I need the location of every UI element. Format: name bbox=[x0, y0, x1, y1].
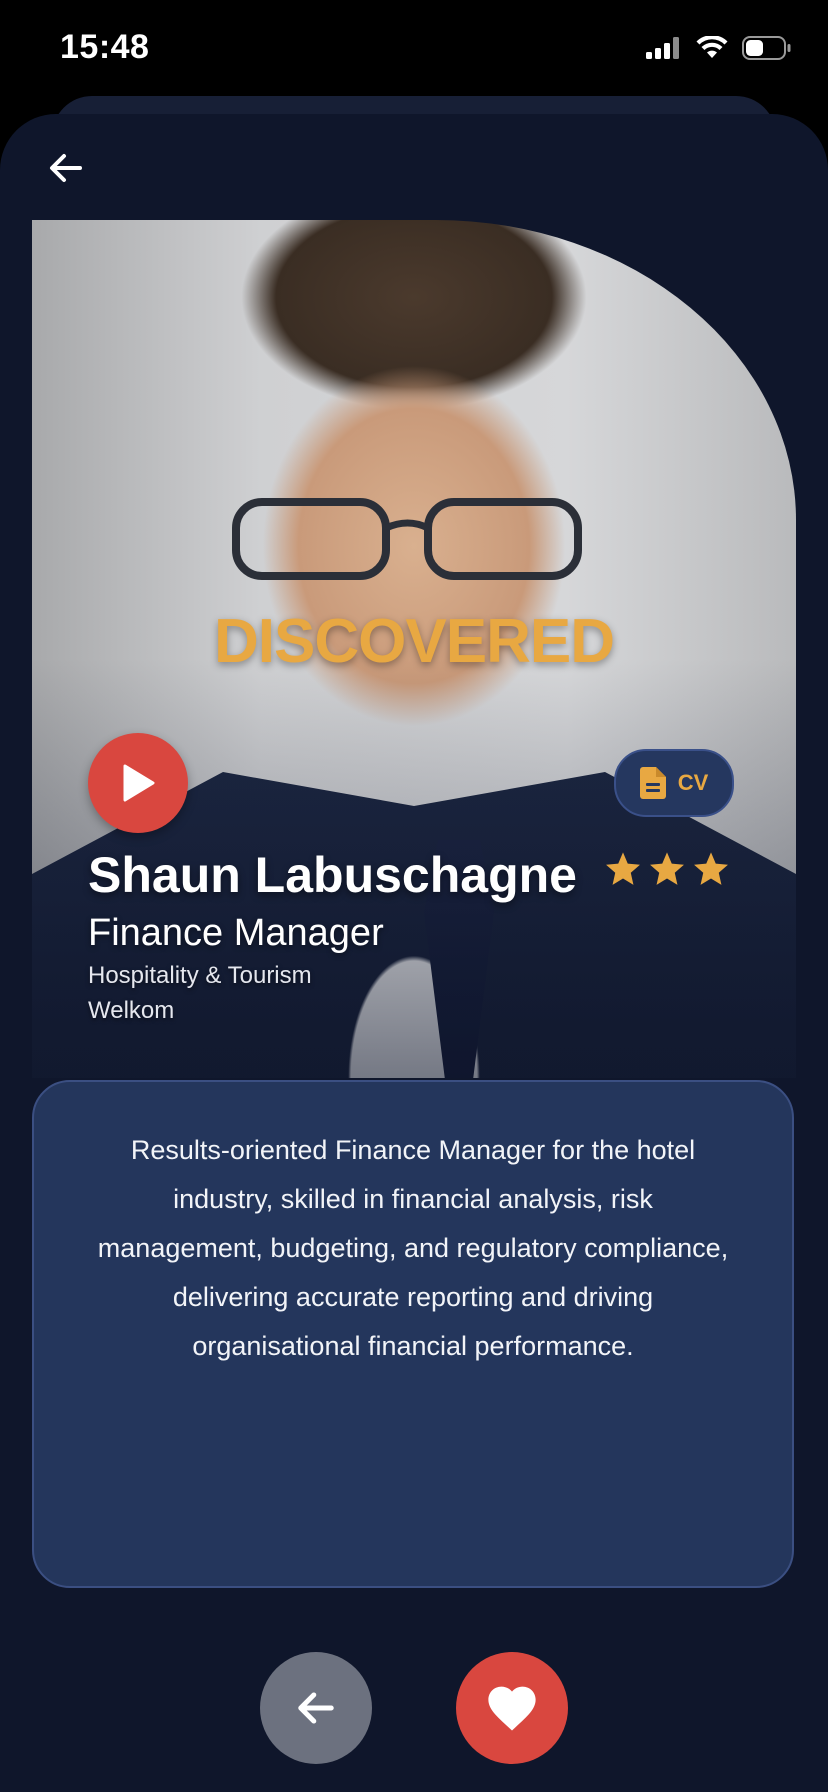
wifi-icon bbox=[696, 36, 728, 58]
candidate-name: Shaun Labuschagne bbox=[88, 847, 577, 903]
back-arrow-icon bbox=[298, 1692, 334, 1724]
back-arrow-icon[interactable] bbox=[44, 146, 88, 190]
cv-button[interactable]: CV bbox=[614, 749, 734, 817]
discovered-badge: DISCOVERED bbox=[214, 607, 615, 676]
battery-icon bbox=[742, 36, 791, 60]
rating-stars bbox=[604, 850, 730, 888]
heart-icon bbox=[488, 1686, 536, 1731]
previous-button[interactable] bbox=[260, 1652, 372, 1764]
document-icon bbox=[639, 767, 666, 799]
star-icon bbox=[606, 852, 640, 885]
bio-card: Results-oriented Finance Manager for the… bbox=[32, 1080, 794, 1588]
play-video-button[interactable] bbox=[88, 733, 188, 833]
star-icon bbox=[650, 852, 684, 885]
industry-label: Hospitality & Tourism bbox=[88, 962, 312, 989]
status-time: 15:48 bbox=[60, 28, 150, 66]
glasses-graphic bbox=[232, 498, 582, 580]
cv-label: CV bbox=[677, 770, 709, 795]
job-title: Finance Manager bbox=[88, 912, 384, 954]
play-icon bbox=[123, 764, 155, 802]
bio-text: Results-oriented Finance Manager for the… bbox=[97, 1135, 729, 1361]
star-icon bbox=[694, 852, 728, 885]
status-bar: 15:48 bbox=[0, 0, 828, 100]
like-button[interactable] bbox=[456, 1652, 568, 1764]
status-icons bbox=[646, 36, 792, 60]
signal-icon bbox=[646, 37, 679, 59]
location-label: Welkom bbox=[88, 997, 175, 1024]
